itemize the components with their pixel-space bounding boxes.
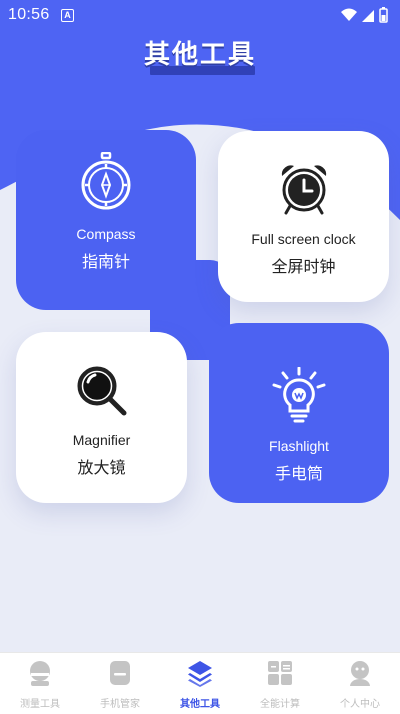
ruler-robot-icon <box>30 661 50 686</box>
screen: 10:56 A 其他工具 Compass 指南针 Full screen clo… <box>0 0 400 714</box>
compass-icon <box>16 152 196 212</box>
compass-label-en: Compass <box>76 226 136 242</box>
compass-label-cn: 指南针 <box>81 252 130 271</box>
status-time: 10:56 <box>8 6 50 23</box>
person-icon <box>350 661 370 686</box>
calculator-icon <box>268 661 292 685</box>
nav-label-other-tools: 其他工具 <box>180 699 220 710</box>
tool-card-compass[interactable]: Compass 指南针 <box>16 130 196 310</box>
nav-item-profile[interactable]: 个人中心 <box>320 653 400 714</box>
status-icons <box>341 7 388 23</box>
nav-item-other-tools[interactable]: 其他工具 <box>160 653 240 714</box>
lightbulb-icon <box>209 367 389 423</box>
flashlight-label-cn: 手电筒 <box>274 464 323 483</box>
tool-card-magnifier[interactable]: Magnifier 放大镜 <box>16 332 187 503</box>
page-title: 其他工具 <box>143 40 256 70</box>
nav-label-phone-manager: 手机管家 <box>100 699 140 710</box>
clock-label-cn: 全屏时钟 <box>271 257 336 276</box>
phone-manager-icon <box>110 661 130 685</box>
magnifier-label-en: Magnifier <box>72 432 131 448</box>
alarm-clock-icon <box>218 163 389 215</box>
layers-icon <box>188 661 212 687</box>
flashlight-label-en: Flashlight <box>269 438 329 454</box>
wifi-icon <box>341 8 357 21</box>
nav-item-phone-manager[interactable]: 手机管家 <box>80 653 160 714</box>
nav-label-calculator: 全能计算 <box>260 699 300 710</box>
nav-item-measure-tools[interactable]: 测量工具 <box>0 653 80 714</box>
notification-a-icon: A <box>61 9 74 22</box>
magnifier-icon <box>16 364 187 418</box>
magnifier-label-cn: 放大镜 <box>77 458 126 477</box>
nav-label-measure-tools: 测量工具 <box>20 699 60 710</box>
status-bar: 10:56 A <box>0 0 400 30</box>
nav-label-profile: 个人中心 <box>340 699 380 710</box>
signal-icon <box>362 10 374 22</box>
tool-card-full-screen-clock[interactable]: Full screen clock 全屏时钟 <box>218 131 389 302</box>
nav-item-calculator[interactable]: 全能计算 <box>240 653 320 714</box>
clock-label-en: Full screen clock <box>251 231 356 247</box>
tool-card-flashlight[interactable]: Flashlight 手电筒 <box>209 323 389 503</box>
battery-icon <box>379 7 388 23</box>
bottom-nav: 测量工具 手机管家 其他工具 全能计算 个人中心 <box>0 652 400 714</box>
